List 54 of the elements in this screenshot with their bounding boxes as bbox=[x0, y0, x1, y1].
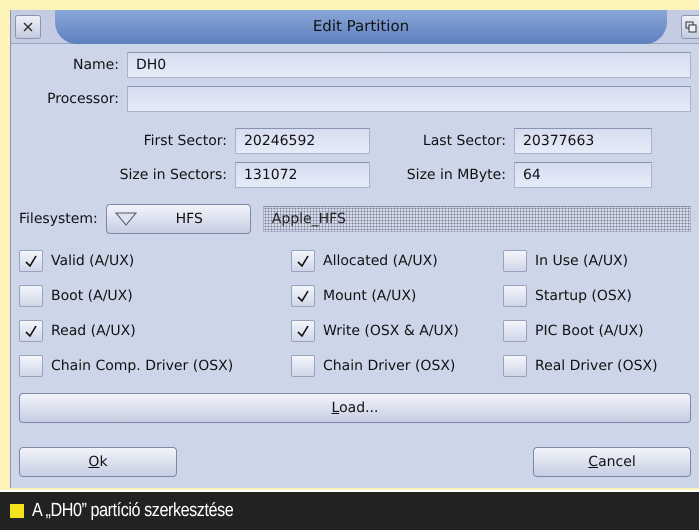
window-title: Edit Partition bbox=[312, 16, 410, 38]
checkbox[interactable] bbox=[19, 355, 43, 377]
number-field[interactable]: 64 bbox=[514, 162, 652, 188]
text-field[interactable]: DH0 bbox=[127, 52, 691, 78]
checkbox[interactable] bbox=[291, 285, 315, 307]
triangle-icon bbox=[114, 212, 137, 226]
field-label: Size in MByte: bbox=[406, 166, 506, 184]
text-field[interactable] bbox=[127, 86, 691, 112]
caption: A „DH0” partíció szerkesztése bbox=[32, 498, 234, 523]
cancel-button[interactable]: Cancel bbox=[533, 447, 691, 477]
field-label: Processor: bbox=[46, 90, 119, 108]
close-button[interactable] bbox=[15, 14, 41, 38]
filesystem-dropdown[interactable]: HFS bbox=[106, 204, 251, 234]
checkmark-icon bbox=[296, 324, 310, 338]
depth-button[interactable] bbox=[681, 14, 699, 38]
checkbox[interactable] bbox=[503, 355, 527, 377]
checkbox-label: PIC Boot (A/UX) bbox=[535, 322, 644, 340]
checkbox[interactable] bbox=[503, 320, 527, 342]
number-field[interactable]: 131072 bbox=[235, 162, 370, 188]
ok-button[interactable]: Ok bbox=[19, 447, 177, 477]
close-icon bbox=[22, 20, 34, 32]
checkmark-icon bbox=[24, 324, 38, 338]
checkbox-label: Write (OSX & A/UX) bbox=[323, 322, 459, 340]
checkmark-icon bbox=[296, 289, 310, 303]
checkbox[interactable] bbox=[19, 320, 43, 342]
checkbox[interactable] bbox=[291, 250, 315, 272]
field-label: Filesystem: bbox=[19, 210, 98, 228]
checkbox[interactable] bbox=[291, 320, 315, 342]
checkmark-icon bbox=[24, 254, 38, 268]
checkmark-icon bbox=[296, 254, 310, 268]
field-label: First Sector: bbox=[142, 132, 227, 150]
depth-icon bbox=[684, 20, 696, 32]
checkbox-label: Valid (A/UX) bbox=[51, 252, 134, 270]
field-label: Name: bbox=[72, 56, 119, 74]
field-label: Last Sector: bbox=[422, 132, 506, 150]
checkbox-label: Boot (A/UX) bbox=[51, 286, 133, 306]
checkbox-label: Allocated (A/UX) bbox=[323, 252, 438, 270]
number-field[interactable]: 20246592 bbox=[235, 128, 370, 154]
checkbox-label: Mount (A/UX) bbox=[323, 286, 416, 306]
field-label: Size in Sectors: bbox=[118, 166, 227, 184]
checkbox[interactable] bbox=[19, 285, 43, 307]
number-field[interactable]: 20377663 bbox=[514, 128, 652, 154]
checkbox-label: Real Driver (OSX) bbox=[535, 356, 658, 376]
checkbox-label: Startup (OSX) bbox=[535, 286, 632, 306]
load-button[interactable]: Load... bbox=[19, 393, 691, 423]
checkbox-label: In Use (A/UX) bbox=[535, 252, 628, 270]
square-icon bbox=[10, 504, 24, 518]
checkbox[interactable] bbox=[503, 250, 527, 272]
checkbox[interactable] bbox=[19, 250, 43, 272]
checkbox[interactable] bbox=[503, 285, 527, 307]
checkbox-label: Chain Comp. Driver (OSX) bbox=[51, 356, 234, 376]
checkbox-label: Chain Driver (OSX) bbox=[323, 356, 456, 376]
checkbox[interactable] bbox=[291, 355, 315, 377]
checkbox-label: Read (A/UX) bbox=[51, 322, 136, 340]
